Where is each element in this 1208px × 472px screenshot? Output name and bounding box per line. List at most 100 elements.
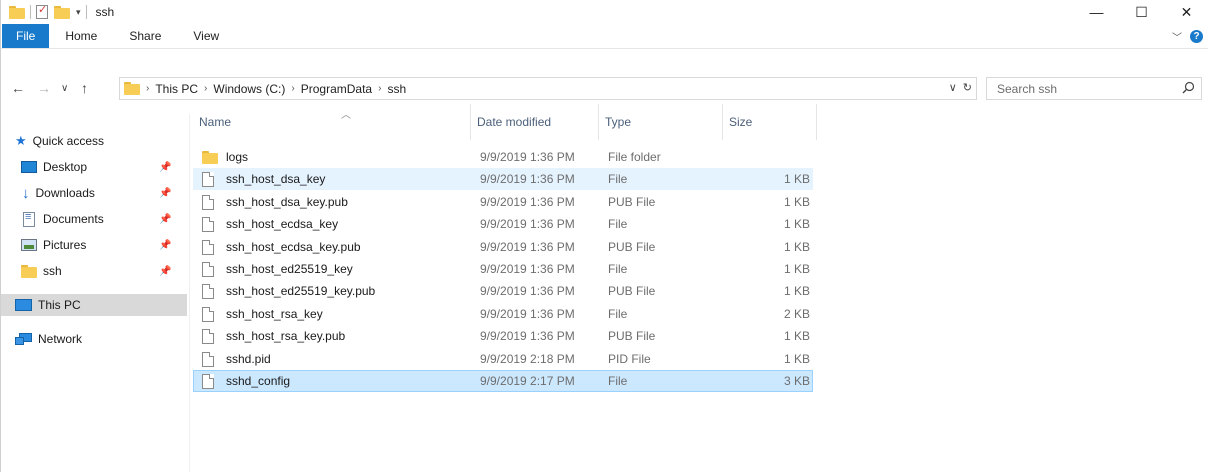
downloads-icon: ↓ [22, 184, 30, 202]
recent-locations-chevron-icon[interactable]: ∨ [61, 83, 68, 94]
table-row[interactable]: ssh_host_dsa_key.pub 9/9/2019 1:36 PM PUB … [193, 191, 813, 213]
maximize-icon[interactable]: ☐ [1119, 0, 1164, 24]
tab-share[interactable]: Share [113, 24, 177, 48]
forward-arrow-icon[interactable]: → [37, 80, 51, 96]
table-row[interactable]: ssh_host_ed25519_key.pub 9/9/2019 1:36 PM… [193, 280, 813, 302]
column-header-label: Name [199, 115, 232, 129]
file-name: sshd_config [226, 374, 291, 388]
date-modified: 9/9/2019 1:36 PM [480, 239, 575, 254]
date-modified: 9/9/2019 2:17 PM [480, 374, 575, 388]
file-size: 3 KB [783, 374, 810, 388]
breadcrumb-separator-icon[interactable]: › [146, 83, 149, 94]
breadcrumb-separator-icon[interactable]: › [204, 83, 207, 94]
quick-access-toolbar: ▾ ssh [9, 0, 114, 24]
date-modified: 9/9/2019 2:18 PM [480, 351, 575, 366]
file-type: File [608, 262, 628, 276]
help-icon[interactable]: ? [1190, 29, 1203, 43]
nav-item-this-pc[interactable]: This PC [1, 294, 187, 316]
refresh-icon[interactable]: ↻ [963, 81, 972, 94]
file-icon [202, 374, 214, 389]
file-size: 1 KB [783, 194, 810, 209]
breadcrumb-ssh[interactable]: ssh [387, 82, 406, 96]
expand-ribbon-chevron-icon[interactable]: ﹀ [1172, 29, 1182, 44]
breadcrumb-this-pc[interactable]: This PC [155, 82, 198, 96]
nav-item-desktop[interactable]: Desktop 📌 [1, 156, 187, 178]
table-row[interactable]: ssh_host_ed25519_key 9/9/2019 1:36 PM File… [193, 258, 813, 280]
file-name: ssh_host_ed25519_key [226, 262, 353, 276]
address-bar-controls: ∨ ↻ [949, 81, 972, 94]
up-arrow-icon[interactable]: ↑ [81, 80, 88, 96]
table-row[interactable]: sshd.pid 9/9/2019 2:18 PM PID File 1 KB [193, 348, 813, 370]
pin-icon[interactable]: 📌 [159, 162, 171, 173]
file-icon [202, 239, 214, 255]
file-size [732, 147, 810, 167]
file-icon [202, 284, 214, 300]
tab-file[interactable]: File [2, 24, 50, 48]
table-row[interactable]: ssh_host_ecdsa_key 9/9/2019 1:36 PM File 1 … [193, 213, 813, 235]
nav-item-pictures[interactable]: Pictures 📌 [1, 234, 187, 256]
file-name: ssh_host_ed25519_key.pub [226, 284, 376, 299]
search-icon[interactable] [1182, 81, 1195, 97]
file-icon [202, 194, 214, 210]
date-modified: 9/9/2019 1:36 PM [480, 217, 575, 232]
folder-icon [202, 151, 218, 164]
pin-icon[interactable]: 📌 [159, 240, 171, 251]
file-size: 1 KB [783, 172, 810, 187]
breadcrumb-windows-c[interactable]: Windows (C:) [213, 82, 285, 96]
file-icon [202, 329, 214, 345]
table-row[interactable]: sshd_config 9/9/2019 2:17 PM File 3 KB [193, 370, 813, 392]
table-row[interactable]: ssh_host_rsa_key 9/9/2019 1:36 PM File 2 KB [193, 303, 813, 325]
folder-icon [21, 264, 37, 278]
search-input[interactable] [995, 80, 1169, 97]
minimize-icon[interactable]: — [1074, 0, 1119, 24]
nav-item-label: Documents [43, 212, 104, 226]
file-size: 1 KB [783, 284, 810, 299]
date-modified: 9/9/2019 1:36 PM [480, 306, 575, 321]
search-box[interactable] [986, 77, 1202, 100]
file-name: ssh_host_dsa_key.pub [226, 194, 348, 209]
tab-view[interactable]: View [177, 24, 235, 48]
file-name: ssh_host_rsa_key.pub [226, 329, 346, 344]
pin-icon[interactable]: 📌 [159, 266, 171, 277]
column-header-date[interactable]: Date modified [471, 104, 599, 140]
file-type: PUB File [608, 284, 656, 299]
breadcrumb-separator-icon[interactable]: › [378, 83, 381, 94]
close-icon[interactable]: ✕ [1164, 0, 1208, 24]
nav-item-label: Network [38, 332, 83, 346]
column-header-type[interactable]: Type [599, 104, 723, 140]
new-folder-icon[interactable] [54, 5, 70, 19]
nav-item-label: Downloads [35, 186, 95, 200]
column-header-name[interactable]: Name ︿ [193, 104, 471, 140]
nav-item-documents[interactable]: Documents 📌 [1, 208, 187, 230]
nav-item-network[interactable]: Network [1, 328, 187, 350]
nav-item-downloads[interactable]: ↓ Downloads 📌 [1, 182, 187, 204]
address-bar[interactable]: › This PC › Windows (C:) › ProgramData ›… [119, 77, 977, 100]
pictures-icon [21, 239, 37, 251]
table-row[interactable]: ssh_host_dsa_key 9/9/2019 1:36 PM File 1 KB [193, 168, 813, 191]
address-dropdown-chevron-icon[interactable]: ∨ [949, 81, 957, 94]
customize-toolbar-chevron-icon[interactable]: ▾ [76, 7, 81, 18]
table-row[interactable]: ssh_host_rsa_key.pub 9/9/2019 1:36 PM PUB … [193, 325, 813, 347]
nav-item-ssh[interactable]: ssh 📌 [1, 260, 187, 282]
nav-item-label: ssh [43, 264, 62, 278]
column-header-label: Date modified [477, 115, 552, 129]
back-arrow-icon[interactable]: ← [11, 80, 25, 96]
star-icon: ★ [15, 133, 27, 148]
pin-icon[interactable]: 📌 [159, 188, 171, 199]
nav-quick-access[interactable]: ★ Quick access [1, 130, 187, 152]
file-type: PUB File [608, 329, 656, 344]
table-row[interactable]: ssh_host_ecdsa_key.pub 9/9/2019 1:36 PM PU… [193, 236, 813, 258]
window-controls: — ☐ ✕ [1074, 0, 1208, 24]
desktop-icon [21, 161, 37, 173]
pin-icon[interactable]: 📌 [159, 214, 171, 225]
breadcrumb-programdata[interactable]: ProgramData [301, 82, 372, 96]
column-header-size[interactable]: Size [723, 104, 817, 140]
file-name: sshd.pid [226, 351, 271, 366]
ribbon-right-controls: ﹀ ? [1172, 24, 1203, 48]
tab-home[interactable]: Home [49, 24, 113, 48]
breadcrumb-separator-icon[interactable]: › [291, 83, 294, 94]
table-row[interactable]: logs 9/9/2019 1:36 PM File folder [193, 146, 813, 168]
properties-icon[interactable] [36, 3, 48, 19]
file-size: 1 KB [783, 217, 810, 232]
divider [85, 5, 87, 19]
